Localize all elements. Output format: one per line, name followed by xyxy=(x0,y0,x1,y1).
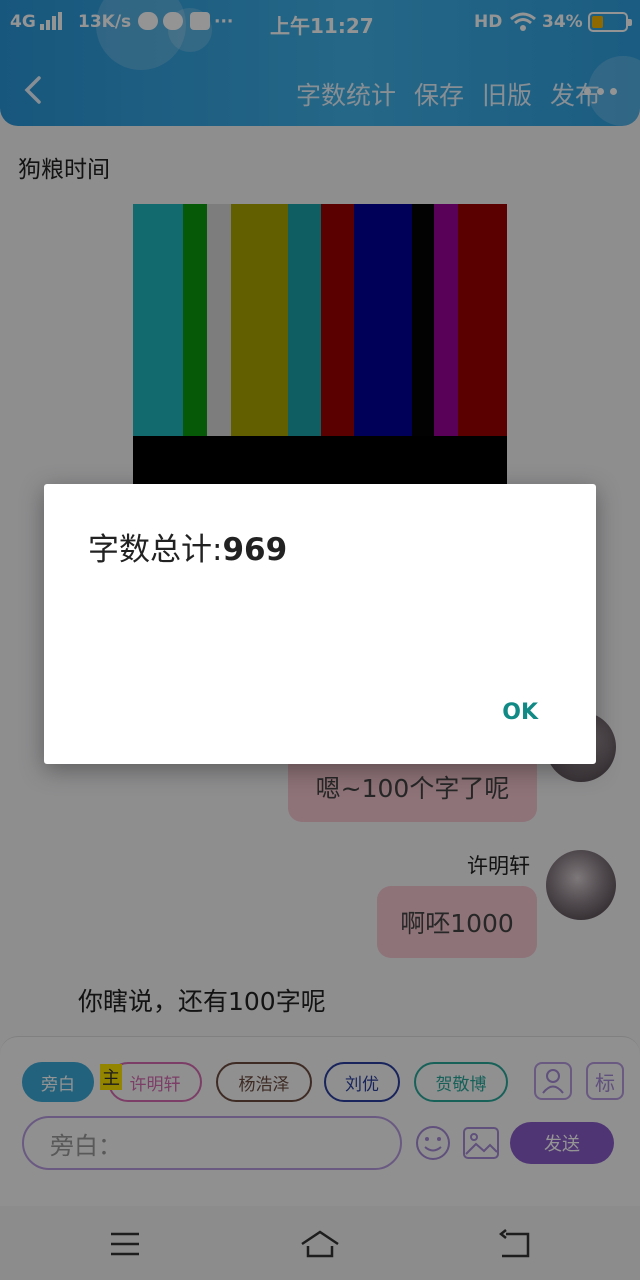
word-count-dialog: 字数总计:969 OK xyxy=(44,484,596,764)
ok-button[interactable]: OK xyxy=(502,700,538,725)
dialog-message: 字数总计:969 xyxy=(88,524,287,569)
word-count-value: 969 xyxy=(222,532,288,568)
dialog-label: 字数总计: xyxy=(88,532,223,568)
